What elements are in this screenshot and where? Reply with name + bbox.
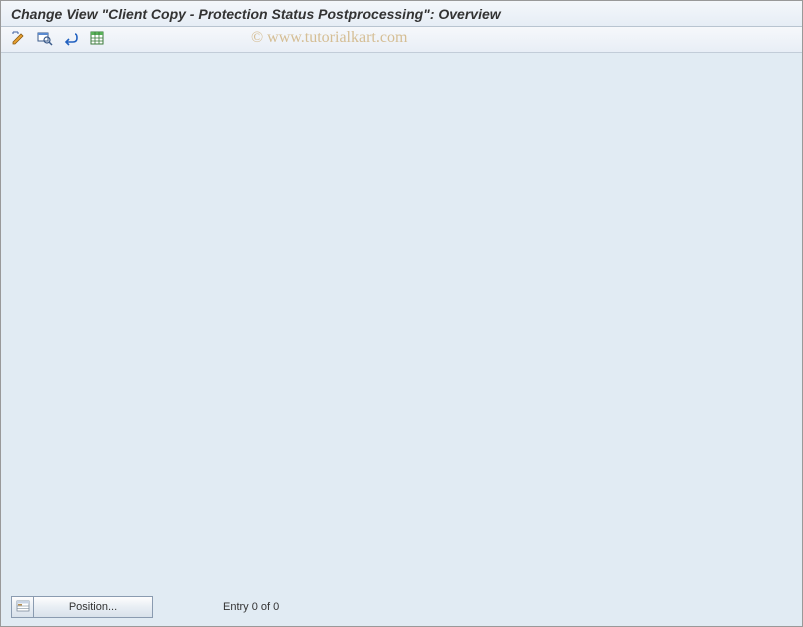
undo-arrow-icon bbox=[63, 30, 79, 49]
position-button[interactable]: Position... bbox=[33, 596, 153, 618]
select-all-button[interactable] bbox=[87, 30, 107, 50]
table-grid-icon bbox=[89, 30, 105, 49]
entry-count-text: Entry 0 of 0 bbox=[223, 601, 279, 613]
position-icon-button[interactable] bbox=[11, 596, 33, 618]
bottom-bar: Position... Entry 0 of 0 bbox=[11, 596, 279, 618]
undo-button[interactable] bbox=[61, 30, 81, 50]
find-icon bbox=[37, 30, 53, 49]
toggle-display-change-button[interactable] bbox=[9, 30, 29, 50]
toolbar bbox=[1, 27, 802, 53]
find-button[interactable] bbox=[35, 30, 55, 50]
pencil-glasses-icon bbox=[11, 30, 27, 49]
position-button-group: Position... bbox=[11, 596, 153, 618]
title-bar: Change View "Client Copy - Protection St… bbox=[1, 1, 802, 27]
position-cursor-icon bbox=[16, 599, 30, 616]
page-title: Change View "Client Copy - Protection St… bbox=[11, 6, 501, 22]
content-area: Position... Entry 0 of 0 bbox=[1, 53, 802, 626]
